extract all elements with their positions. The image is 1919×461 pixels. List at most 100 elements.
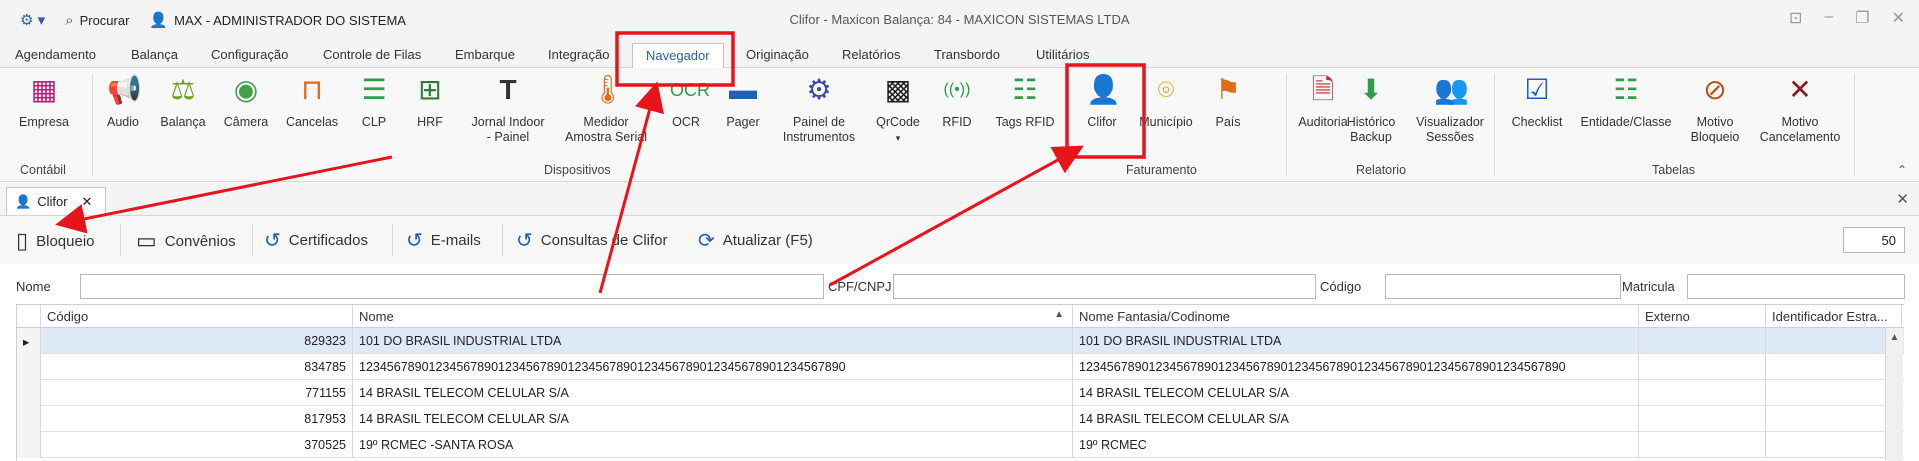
group-faturamento: Faturamento	[1126, 163, 1197, 177]
menu-transbordo[interactable]: Transbordo	[934, 47, 1000, 62]
building-icon: ▦	[30, 74, 58, 105]
collapse-ribbon-icon[interactable]: ⌃	[1897, 163, 1907, 177]
cell-fantasia: 19º RCMEC	[1073, 432, 1639, 458]
minimize-icon[interactable]: –	[1824, 8, 1833, 28]
menu-balanca[interactable]: Balança	[131, 47, 178, 62]
ribbon-checklist-button[interactable]: ☑ Checklist	[1508, 74, 1566, 130]
scroll-up-icon[interactable]: ▲	[1886, 332, 1903, 343]
page-size-input[interactable]: 50	[1843, 227, 1905, 253]
chevron-down-icon: ▾	[895, 133, 901, 143]
convenios-button[interactable]: ▭ Convênios	[136, 228, 236, 254]
person-icon: 👤	[1086, 74, 1121, 105]
ribbon-entidade-classe-button[interactable]: ☷ Entidade/Classe	[1576, 74, 1676, 130]
ribbon-qrcode-button[interactable]: ▩ QrCode ▾	[872, 74, 924, 146]
ribbon-empresa-button[interactable]: ▦ Empresa	[14, 74, 74, 130]
row-indicator	[17, 432, 41, 458]
group-tabelas: Tabelas	[1652, 163, 1696, 177]
ribbon-medidor-button[interactable]: 🌡 Medidor Amostra Serial	[558, 74, 654, 145]
header-codigo[interactable]: Código	[41, 305, 353, 328]
cell-codigo: 771155	[41, 380, 353, 406]
cpf-label: CPF/CNPJ	[828, 279, 892, 294]
menu-relatorios[interactable]: Relatórios	[842, 47, 901, 62]
row-indicator	[17, 380, 41, 406]
checklist-icon: ☑	[1524, 74, 1550, 105]
ribbon-pais-button[interactable]: ⚑ País	[1206, 74, 1250, 130]
title-bar: ⚙ ▾ ⌕ Procurar 👤 MAX - ADMINISTRADOR DO …	[0, 0, 1919, 40]
table-row[interactable]: 370525 19º RCMEC -SANTA ROSA 19º RCMEC	[17, 432, 1904, 458]
thermometer-icon: 🌡	[590, 74, 626, 105]
header-fantasia[interactable]: Nome Fantasia/Codinome	[1073, 305, 1639, 328]
ribbon-clp-button[interactable]: ☰ CLP	[354, 74, 394, 130]
menu-utilitarios[interactable]: Utilitários	[1036, 47, 1089, 62]
restore-ribbon-icon[interactable]: ⊡	[1789, 8, 1802, 28]
toolbar-separator	[392, 224, 393, 256]
history-icon: ↺	[516, 230, 533, 252]
menu-controle-filas[interactable]: Controle de Filas	[323, 47, 421, 62]
header-nome[interactable]: Nome ▲	[353, 305, 1073, 328]
nome-input[interactable]	[80, 274, 824, 299]
ribbon-separator	[1068, 74, 1069, 176]
table-row[interactable]: ▸ 829323 101 DO BRASIL INDUSTRIAL LTDA 1…	[17, 328, 1904, 354]
consultas-clifor-button[interactable]: ↺ Consultas de Clifor	[516, 228, 668, 253]
certificados-button[interactable]: ↺ Certificados	[264, 228, 368, 253]
menu-embarque[interactable]: Embarque	[455, 47, 515, 62]
text-panel-icon: T	[499, 74, 517, 105]
ribbon-camera-button[interactable]: ◉ Câmera	[219, 74, 273, 130]
cell-identificador	[1766, 380, 1886, 406]
block-doc-icon: ▯	[16, 228, 29, 253]
header-indicator	[17, 305, 41, 328]
table-row[interactable]: 771155 14 BRASIL TELECOM CELULAR S/A 14 …	[17, 380, 1904, 406]
menu-agendamento[interactable]: Agendamento	[15, 47, 96, 62]
cpf-input[interactable]	[893, 274, 1316, 299]
emails-button[interactable]: ↺ E-mails	[406, 228, 481, 253]
ribbon-municipio-button[interactable]: ⌾ Município	[1136, 74, 1196, 130]
ribbon-historico-backup-button[interactable]: ⬇ Histórico Backup	[1338, 74, 1404, 145]
ribbon-motivo-bloqueio-button[interactable]: ⊘ Motivo Bloqueio	[1684, 74, 1746, 145]
menu-navegador[interactable]: Navegador	[632, 43, 724, 69]
backup-icon: ⬇	[1359, 74, 1383, 105]
maximize-icon[interactable]: ❐	[1855, 8, 1869, 28]
document-icon: ▭	[136, 228, 157, 253]
menu-integracao[interactable]: Integração	[548, 47, 609, 62]
close-all-tabs-icon[interactable]: ✕	[1896, 190, 1909, 208]
cell-nome: 1234567890123456789012345678901234567890…	[353, 354, 1073, 380]
toolbar-separator	[502, 224, 503, 256]
clifor-toolbar: ▯ Bloqueio ▭ Convênios ↺ Certificados ↺ E-ma…	[0, 216, 1919, 264]
table-row[interactable]: 834785 123456789012345678901234567890123…	[17, 354, 1904, 380]
tags-icon: ☷	[1012, 74, 1038, 105]
ribbon-hrf-button[interactable]: ⊞ HRF	[410, 74, 450, 130]
tab-clifor-label: Clifor	[37, 194, 68, 209]
scale-icon: ⚖	[170, 74, 196, 105]
ribbon-pager-button[interactable]: ▬ Pager	[720, 74, 766, 130]
menu-originacao[interactable]: Originação	[746, 47, 809, 62]
bloqueio-button[interactable]: ▯ Bloqueio	[16, 228, 95, 254]
header-identificador[interactable]: Identificador Estra...	[1766, 305, 1902, 328]
close-icon[interactable]: ✕	[1892, 8, 1905, 28]
grid-scrollbar[interactable]: ▲	[1885, 328, 1903, 461]
tab-clifor[interactable]: 👤 Clifor ✕	[6, 187, 106, 215]
tab-close-icon[interactable]: ✕	[82, 194, 93, 210]
matricula-input[interactable]	[1687, 274, 1905, 299]
atualizar-button[interactable]: ⟳ Atualizar (F5)	[698, 228, 813, 253]
ribbon-cancelas-button[interactable]: ⊓ Cancelas	[281, 74, 343, 130]
codigo-input[interactable]	[1385, 274, 1621, 299]
ribbon-rfid-button[interactable]: ((•)) RFID	[934, 74, 980, 130]
cell-codigo: 817953	[41, 406, 353, 432]
ribbon-balanca-button[interactable]: ⚖ Balança	[157, 74, 209, 130]
ribbon-motivo-cancelamento-button[interactable]: ✕ Motivo Cancelamento	[1754, 74, 1846, 145]
cell-codigo: 834785	[41, 354, 353, 380]
table-row[interactable]: 817953 14 BRASIL TELECOM CELULAR S/A 14 …	[17, 406, 1904, 432]
cell-codigo: 370525	[41, 432, 353, 458]
ribbon-clifor-button[interactable]: 👤 Clifor	[1076, 74, 1128, 130]
cell-nome: 14 BRASIL TELECOM CELULAR S/A	[353, 406, 1073, 432]
ribbon-audio-button[interactable]: 📢 Audio	[100, 74, 146, 130]
cell-externo	[1639, 406, 1766, 432]
ribbon-ocr-button[interactable]: OCR OCR	[664, 74, 710, 130]
ribbon-tags-rfid-button[interactable]: ☷ Tags RFID	[990, 74, 1060, 130]
person-icon: 👤	[15, 193, 32, 209]
ribbon-jornal-indoor-button[interactable]: T Jornal Indoor - Painel	[462, 74, 554, 145]
menu-configuracao[interactable]: Configuração	[211, 47, 288, 62]
ribbon-painel-instrumentos-button[interactable]: ⚙ Painel de Instrumentos	[776, 74, 862, 145]
header-externo[interactable]: Externo	[1639, 305, 1766, 328]
ribbon-visualizador-sessoes-button[interactable]: 👥 Visualizador Sessões	[1412, 74, 1488, 145]
